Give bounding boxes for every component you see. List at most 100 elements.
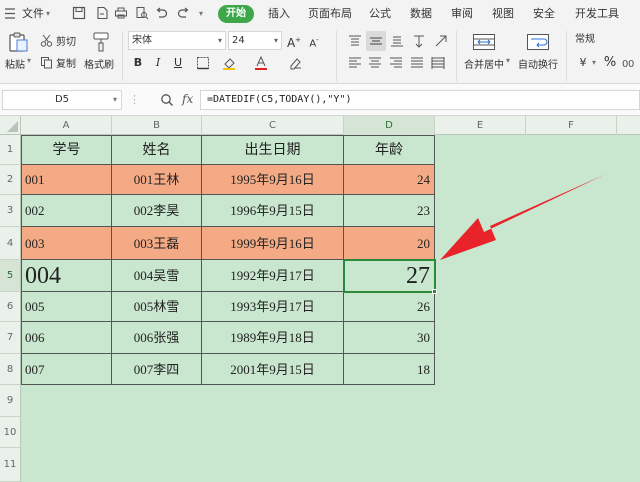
row-header-11[interactable]: 11 bbox=[0, 448, 21, 482]
save-icon[interactable] bbox=[72, 6, 86, 20]
table-cell[interactable]: 003 bbox=[22, 227, 112, 260]
paste-icon[interactable] bbox=[7, 31, 29, 53]
row-header-3[interactable]: 3 bbox=[0, 195, 21, 227]
fill-handle[interactable] bbox=[432, 289, 437, 294]
merge-center-chevron-icon[interactable]: ▾ bbox=[506, 56, 510, 65]
customize-toolbar-chevron-icon[interactable]: ▾ bbox=[199, 0, 203, 27]
table-cell[interactable]: 006 bbox=[22, 322, 112, 354]
copy-icon[interactable] bbox=[40, 56, 53, 69]
underline-button[interactable]: U bbox=[170, 55, 186, 71]
table-cell[interactable]: 24 bbox=[344, 165, 435, 195]
align-bottom-icon[interactable] bbox=[390, 34, 404, 48]
column-header-a[interactable]: A bbox=[21, 116, 112, 135]
column-header-b[interactable]: B bbox=[112, 116, 202, 135]
column-header-f[interactable]: F bbox=[526, 116, 617, 135]
tab-home[interactable]: 开始 bbox=[218, 5, 254, 23]
thousands-separator-icon[interactable]: 00 bbox=[622, 56, 638, 70]
table-cell[interactable]: 2001年9月15日 bbox=[202, 354, 344, 385]
cut-icon[interactable] bbox=[40, 34, 53, 47]
table-header-cell[interactable]: 姓名 bbox=[112, 136, 202, 165]
align-left-icon[interactable] bbox=[348, 56, 362, 70]
tab-view[interactable]: 视图 bbox=[492, 0, 514, 27]
tab-insert[interactable]: 插入 bbox=[268, 0, 290, 27]
font-color-icon[interactable] bbox=[254, 56, 268, 70]
table-cell[interactable]: 005 bbox=[22, 292, 112, 322]
table-cell[interactable]: 002 bbox=[22, 195, 112, 227]
cut-button[interactable]: 剪切 bbox=[56, 33, 76, 48]
table-cell[interactable]: 1989年9月18日 bbox=[202, 322, 344, 354]
table-cell[interactable]: 004 bbox=[22, 260, 112, 292]
row-header-1[interactable]: 1 bbox=[0, 135, 21, 165]
merge-center-icon[interactable] bbox=[472, 32, 496, 52]
row-header-8[interactable]: 8 bbox=[0, 354, 21, 385]
orientation-icon[interactable] bbox=[434, 34, 448, 48]
table-cell[interactable]: 001 bbox=[22, 165, 112, 195]
export-pdf-icon[interactable] bbox=[95, 6, 109, 20]
table-cell[interactable]: 004吴雪 bbox=[112, 260, 202, 292]
currency-button[interactable]: ¥ bbox=[575, 55, 591, 71]
print-preview-icon[interactable] bbox=[135, 6, 149, 20]
table-cell[interactable]: 002李昊 bbox=[112, 195, 202, 227]
row-header-2[interactable]: 2 bbox=[0, 165, 21, 195]
table-cell[interactable]: 007 bbox=[22, 354, 112, 385]
column-header-d[interactable]: D bbox=[344, 116, 435, 135]
table-cell[interactable]: 20 bbox=[344, 227, 435, 260]
auto-wrap-icon[interactable] bbox=[526, 32, 550, 52]
row-header-5[interactable]: 5 bbox=[0, 260, 21, 292]
number-format-select[interactable]: 常规 bbox=[572, 31, 638, 50]
format-painter-icon[interactable] bbox=[91, 31, 111, 53]
align-right-icon[interactable] bbox=[389, 56, 403, 70]
row-header-10[interactable]: 10 bbox=[0, 417, 21, 448]
borders-icon[interactable] bbox=[196, 56, 210, 70]
table-cell[interactable]: 1996年9月15日 bbox=[202, 195, 344, 227]
row-header-6[interactable]: 6 bbox=[0, 292, 21, 322]
table-cell[interactable]: 001王林 bbox=[112, 165, 202, 195]
increase-font-size-icon[interactable]: A+ bbox=[286, 32, 302, 50]
text-direction-icon[interactable] bbox=[412, 34, 426, 48]
file-menu[interactable]: 文件 bbox=[22, 0, 44, 27]
active-cell-d5[interactable]: 27 bbox=[344, 260, 435, 292]
percent-button[interactable]: % bbox=[602, 55, 618, 71]
font-name-select[interactable]: 宋体 ▾ bbox=[128, 31, 226, 50]
row-header-9[interactable]: 9 bbox=[0, 385, 21, 417]
row-header-7[interactable]: 7 bbox=[0, 322, 21, 354]
table-cell[interactable]: 23 bbox=[344, 195, 435, 227]
decrease-font-size-icon[interactable]: A- bbox=[306, 32, 322, 49]
redo-icon[interactable] bbox=[177, 6, 191, 20]
table-cell[interactable]: 006张强 bbox=[112, 322, 202, 354]
align-middle-button[interactable] bbox=[366, 31, 386, 51]
undo-icon[interactable] bbox=[154, 6, 168, 20]
drag-handle-icon[interactable]: ⋮ bbox=[129, 93, 140, 106]
copy-button[interactable]: 复制 bbox=[56, 55, 76, 70]
table-cell[interactable]: 18 bbox=[344, 354, 435, 385]
table-header-cell[interactable]: 年龄 bbox=[344, 136, 435, 165]
auto-wrap-button[interactable]: 自动换行 bbox=[518, 56, 558, 71]
name-box[interactable]: D5 ▾ bbox=[2, 90, 122, 110]
align-top-icon[interactable] bbox=[348, 34, 362, 48]
table-cell[interactable]: 003王磊 bbox=[112, 227, 202, 260]
distributed-align-icon[interactable] bbox=[431, 56, 445, 70]
zoom-search-icon[interactable] bbox=[160, 93, 174, 107]
bold-button[interactable]: B bbox=[130, 55, 146, 71]
tab-formulas[interactable]: 公式 bbox=[369, 0, 391, 27]
insert-function-button[interactable]: fx bbox=[182, 92, 193, 106]
merge-center-button[interactable]: 合并居中 bbox=[464, 56, 504, 71]
align-center-icon[interactable] bbox=[368, 56, 382, 70]
fill-color-icon[interactable] bbox=[222, 56, 236, 70]
tab-data[interactable]: 数据 bbox=[410, 0, 432, 27]
table-cell[interactable]: 1993年9月17日 bbox=[202, 292, 344, 322]
hamburger-icon[interactable] bbox=[4, 0, 16, 27]
print-icon[interactable] bbox=[114, 6, 128, 20]
table-cell[interactable]: 007李四 bbox=[112, 354, 202, 385]
tab-review[interactable]: 审阅 bbox=[451, 0, 473, 27]
table-cell[interactable]: 1999年9月16日 bbox=[202, 227, 344, 260]
select-all-corner[interactable] bbox=[0, 116, 21, 135]
table-cell[interactable]: 1992年9月17日 bbox=[202, 260, 344, 292]
file-menu-chevron-icon[interactable]: ▾ bbox=[46, 0, 50, 27]
row-header-4[interactable]: 4 bbox=[0, 227, 21, 260]
currency-chevron-icon[interactable]: ▾ bbox=[592, 58, 596, 67]
table-cell[interactable]: 1995年9月16日 bbox=[202, 165, 344, 195]
column-header-c[interactable]: C bbox=[202, 116, 344, 135]
paste-chevron-icon[interactable]: ▾ bbox=[27, 56, 31, 65]
format-painter-button[interactable]: 格式刷 bbox=[84, 56, 114, 71]
